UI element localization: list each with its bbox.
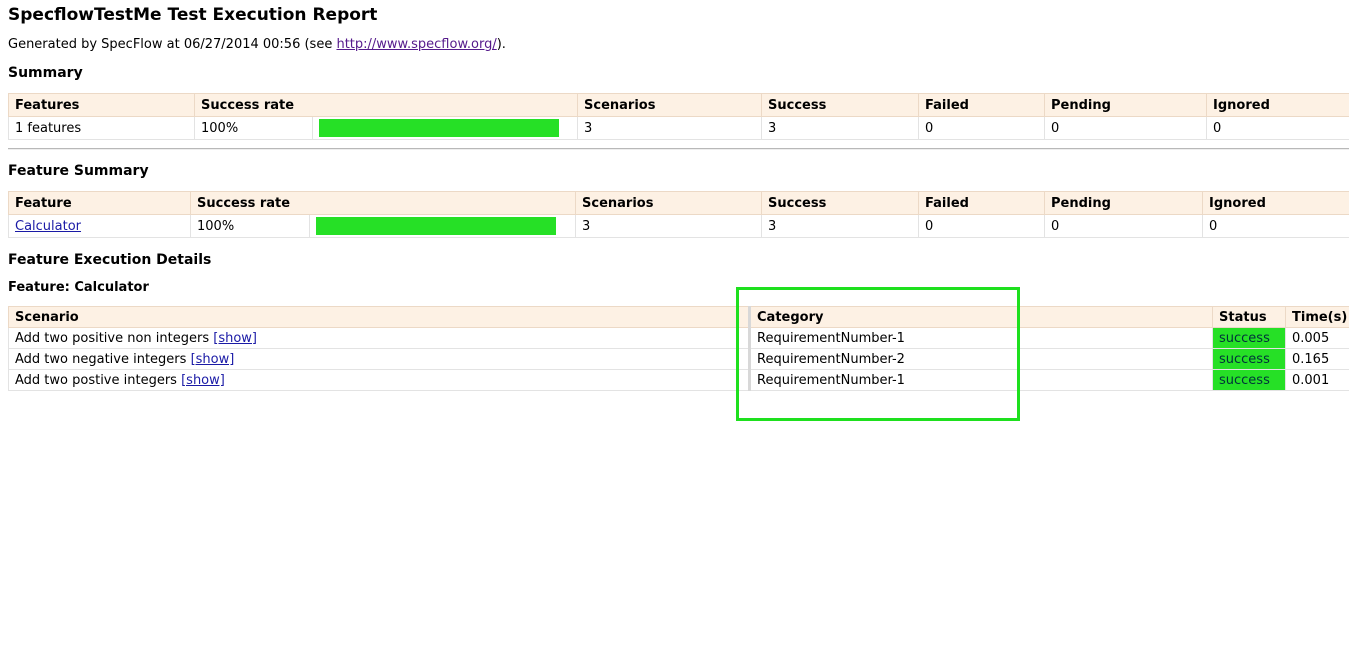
summary-header-features: Features bbox=[8, 93, 195, 117]
feature-summary-header-success-rate: Success rate bbox=[189, 191, 577, 215]
scenario-time: 0.001 bbox=[1285, 369, 1349, 391]
summary-success-bar bbox=[319, 119, 559, 137]
scenario-category: RequirementNumber-1 bbox=[748, 327, 1213, 349]
generated-prefix: Generated by SpecFlow at 06/27/2014 00:5… bbox=[8, 37, 337, 52]
scenario-name: Add two postive integers bbox=[15, 372, 177, 388]
feature-title: Feature: Calculator bbox=[8, 280, 149, 295]
feature-ignored: 0 bbox=[1202, 214, 1349, 238]
feature-summary-header-ignored: Ignored bbox=[1202, 191, 1349, 215]
feature-summary-header-pending: Pending bbox=[1044, 191, 1204, 215]
show-steps-link[interactable]: [show] bbox=[213, 331, 257, 346]
summary-header-failed: Failed bbox=[918, 93, 1046, 117]
feature-summary-header-success: Success bbox=[761, 191, 920, 215]
summary-features-count: 1 features bbox=[8, 116, 195, 140]
details-heading: Feature Execution Details bbox=[8, 252, 212, 268]
scenario-header-scenario: Scenario bbox=[8, 306, 750, 328]
feature-success-bar bbox=[316, 217, 556, 235]
feature-summary-header-failed: Failed bbox=[918, 191, 1046, 215]
scenario-row: Add two negative integers [show] Require… bbox=[8, 348, 1349, 370]
summary-pending: 0 bbox=[1044, 116, 1208, 140]
summary-failed: 0 bbox=[918, 116, 1046, 140]
summary-header-row: Features Success rate Scenarios Success … bbox=[8, 93, 1349, 117]
summary-success-rate: 100% bbox=[194, 116, 313, 140]
summary-scenarios: 3 bbox=[577, 116, 763, 140]
scenario-name-cell: Add two negative integers [show] bbox=[8, 348, 750, 370]
scenario-row: Add two positive non integers [show] Req… bbox=[8, 327, 1349, 349]
summary-ignored: 0 bbox=[1206, 116, 1349, 140]
scenario-category: RequirementNumber-2 bbox=[748, 348, 1213, 370]
feature-success-rate: 100% bbox=[190, 214, 310, 238]
feature-scenarios: 3 bbox=[575, 214, 763, 238]
feature-link-calculator[interactable]: Calculator bbox=[15, 219, 81, 234]
feature-failed: 0 bbox=[918, 214, 1046, 238]
feature-pending: 0 bbox=[1044, 214, 1204, 238]
scenario-header-row: Scenario Category Status Time(s) bbox=[8, 306, 1349, 328]
scenario-time: 0.005 bbox=[1285, 327, 1349, 349]
scenario-status: success bbox=[1212, 348, 1286, 370]
summary-header-pending: Pending bbox=[1044, 93, 1208, 117]
show-steps-link[interactable]: [show] bbox=[191, 352, 235, 367]
section-divider bbox=[8, 148, 1349, 150]
summary-header-scenarios: Scenarios bbox=[577, 93, 763, 117]
scenario-name-cell: Add two positive non integers [show] bbox=[8, 327, 750, 349]
feature-success: 3 bbox=[761, 214, 920, 238]
feature-summary-header-row: Feature Success rate Scenarios Success F… bbox=[8, 191, 1349, 215]
feature-success-bar-cell bbox=[308, 214, 577, 238]
show-steps-link[interactable]: [show] bbox=[181, 373, 225, 388]
generated-suffix: ). bbox=[496, 37, 506, 52]
scenario-header-category: Category bbox=[748, 306, 1213, 328]
specflow-link[interactable]: http://www.specflow.org/ bbox=[336, 37, 496, 52]
feature-summary-table: Feature Success rate Scenarios Success F… bbox=[8, 191, 1349, 238]
summary-success-bar-cell bbox=[311, 116, 579, 140]
scenario-name: Add two positive non integers bbox=[15, 330, 210, 346]
scenario-name: Add two negative integers bbox=[15, 351, 187, 367]
feature-summary-heading: Feature Summary bbox=[8, 163, 149, 179]
generated-info: Generated by SpecFlow at 06/27/2014 00:5… bbox=[8, 37, 506, 52]
scenario-status: success bbox=[1212, 369, 1286, 391]
summary-table: Features Success rate Scenarios Success … bbox=[8, 93, 1349, 140]
scenario-table: Scenario Category Status Time(s) Add two… bbox=[8, 306, 1349, 391]
summary-success: 3 bbox=[761, 116, 920, 140]
page-title: SpecflowTestMe Test Execution Report bbox=[8, 5, 378, 25]
summary-heading: Summary bbox=[8, 65, 83, 81]
scenario-row: Add two postive integers [show] Requirem… bbox=[8, 369, 1349, 391]
summary-header-ignored: Ignored bbox=[1206, 93, 1349, 117]
scenario-header-time: Time(s) bbox=[1285, 306, 1349, 328]
feature-summary-header-feature: Feature bbox=[8, 191, 191, 215]
feature-summary-header-scenarios: Scenarios bbox=[575, 191, 763, 215]
summary-header-success-rate: Success rate bbox=[193, 93, 579, 117]
scenario-status: success bbox=[1212, 327, 1286, 349]
feature-summary-row: Calculator 100% 3 3 0 0 0 bbox=[8, 214, 1349, 238]
scenario-category: RequirementNumber-1 bbox=[748, 369, 1213, 391]
feature-cell: Calculator bbox=[8, 214, 191, 238]
scenario-name-cell: Add two postive integers [show] bbox=[8, 369, 750, 391]
scenario-header-status: Status bbox=[1212, 306, 1286, 328]
scenario-time: 0.165 bbox=[1285, 348, 1349, 370]
summary-row: 1 features 100% 3 3 0 0 0 bbox=[8, 116, 1349, 140]
summary-header-success: Success bbox=[761, 93, 920, 117]
